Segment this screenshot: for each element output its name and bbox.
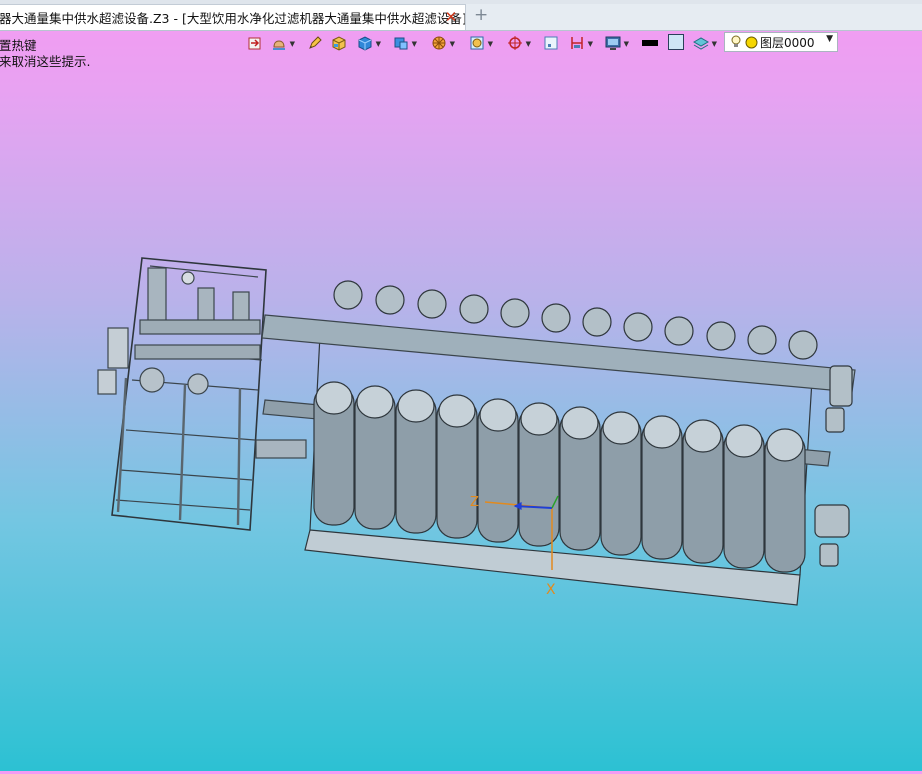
3d-viewport[interactable]: X Z — [0, 56, 922, 771]
bulb-icon[interactable] — [730, 35, 742, 49]
pencil-icon[interactable] — [306, 34, 324, 52]
monitor-icon[interactable]: ▼ — [604, 34, 629, 52]
axis-x-label: X — [546, 582, 556, 598]
tab-title: 器大通量集中供水超滤设备.Z3 - [大型饮用水净化过滤机器大通量集中供水超滤设… — [0, 11, 466, 26]
new-tab-button[interactable]: + — [474, 7, 488, 24]
chevron-down-icon[interactable]: ▼ — [826, 34, 833, 44]
axis-z-label: Z — [470, 495, 479, 510]
layer-color-icon — [745, 36, 758, 49]
tab-bar: 器大通量集中供水超滤设备.Z3 - [大型饮用水净化过滤机器大通量集中供水超滤设… — [0, 0, 922, 31]
shape-icon[interactable]: ▼ — [392, 34, 417, 52]
fill-color-icon[interactable] — [668, 34, 684, 50]
line-color-icon[interactable] — [642, 40, 658, 46]
view-icon[interactable]: ▼ — [468, 34, 493, 52]
cube-icon[interactable]: ▼ — [356, 34, 381, 52]
ultrafiltration-model: X Z — [97, 257, 856, 606]
right-fittings — [814, 365, 853, 567]
frame-icon[interactable] — [542, 34, 560, 52]
render-icon[interactable]: ▼ — [430, 34, 455, 52]
clip-icon[interactable]: ▼ — [568, 34, 593, 52]
close-icon[interactable]: ✕ — [443, 9, 459, 25]
target-icon[interactable]: ▼ — [506, 34, 531, 52]
layer-select[interactable]: 图层0000 ▼ — [724, 32, 838, 52]
import-icon[interactable] — [246, 34, 264, 52]
shaded-box-icon[interactable] — [330, 34, 348, 52]
layer-stack-icon[interactable]: ▼ — [692, 34, 717, 52]
tab-document[interactable]: 器大通量集中供水超滤设备.Z3 - [大型饮用水净化过滤机器大通量集中供水超滤设… — [0, 4, 466, 30]
layer-name: 图层0000 — [760, 35, 815, 50]
hand-icon[interactable]: ▼ — [270, 34, 295, 52]
left-skid-frame — [97, 257, 307, 531]
